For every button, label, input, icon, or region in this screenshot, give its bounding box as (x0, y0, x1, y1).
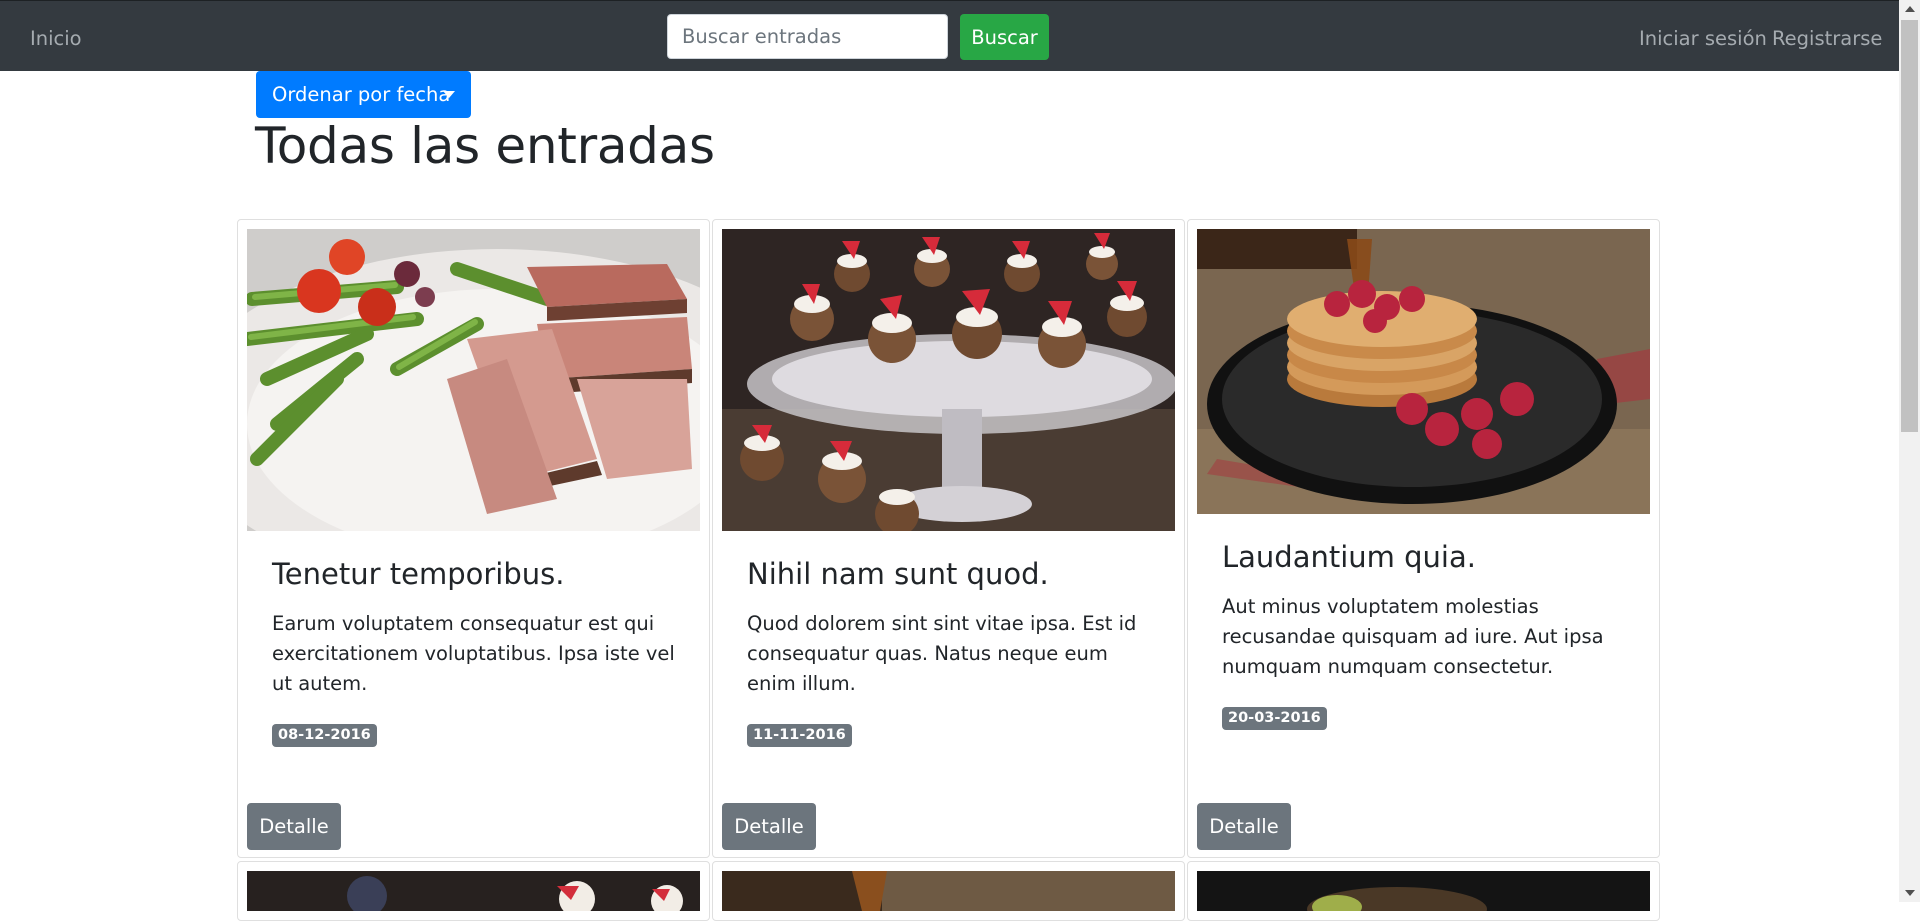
post-card-text: Earum voluptatem consequatur est qui exe… (272, 612, 675, 695)
post-card (1187, 861, 1660, 921)
post-image-steak (247, 229, 700, 531)
post-date-badge: 20-03-2016 (1222, 707, 1327, 730)
post-card-text: Aut minus voluptatem molestias recusanda… (1222, 595, 1604, 678)
detail-button[interactable]: Detalle (247, 803, 341, 850)
nav-home-link[interactable]: Inicio (30, 1, 82, 71)
post-image-cupcakes (722, 229, 1175, 531)
sort-dropdown-label: Ordenar por fecha (272, 83, 451, 106)
post-card: Nihil nam sunt quod. Quod dolorem sint s… (712, 219, 1185, 858)
scroll-down-arrow-icon[interactable] (1905, 890, 1915, 896)
post-card-title: Nihil nam sunt quod. (747, 557, 1049, 591)
caret-down-icon (443, 91, 455, 98)
post-card-title: Laudantium quia. (1222, 540, 1476, 574)
post-card (237, 861, 710, 921)
scroll-up-arrow-icon[interactable] (1905, 6, 1915, 12)
post-card: Tenetur temporibus. Earum voluptatem con… (237, 219, 710, 858)
scroll-thumb[interactable] (1901, 20, 1918, 432)
detail-button[interactable]: Detalle (722, 803, 816, 850)
nav-login-link[interactable]: Iniciar sesión (1639, 1, 1767, 71)
post-card-title: Tenetur temporibus. (272, 557, 565, 591)
search-input[interactable] (667, 14, 948, 59)
post-card-text: Quod dolorem sint sint vitae ipsa. Est i… (747, 612, 1137, 695)
post-card (712, 861, 1185, 921)
post-image (1197, 871, 1650, 921)
search-button[interactable]: Buscar (960, 14, 1049, 60)
sort-dropdown-button[interactable]: Ordenar por fecha (256, 71, 471, 118)
post-image-pancakes (1197, 229, 1650, 514)
page-title: Todas las entradas (255, 117, 715, 175)
post-date-badge: 08-12-2016 (272, 724, 377, 747)
post-date-badge: 11-11-2016 (747, 724, 852, 747)
post-card: Laudantium quia. Aut minus voluptatem mo… (1187, 219, 1660, 858)
navbar: Inicio Buscar Iniciar sesión Registrarse (0, 0, 1899, 71)
post-image (722, 871, 1175, 911)
detail-button[interactable]: Detalle (1197, 803, 1291, 850)
nav-register-link[interactable]: Registrarse (1772, 1, 1882, 71)
page-scrollbar[interactable] (1899, 0, 1920, 902)
post-image (247, 871, 700, 917)
